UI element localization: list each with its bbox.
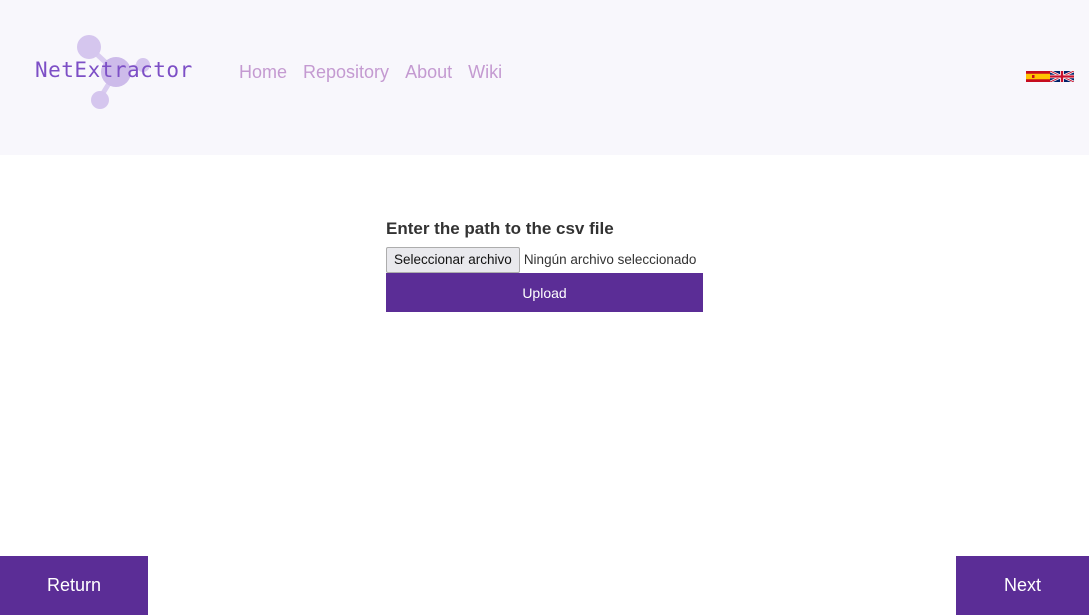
csv-path-label: Enter the path to the csv file — [386, 219, 614, 238]
language-switcher — [1026, 71, 1074, 82]
file-input: Seleccionar archivo Ningún archivo selec… — [386, 246, 703, 273]
uk-flag-icon[interactable] — [1050, 71, 1074, 82]
upload-button[interactable]: Upload — [386, 273, 703, 312]
nav-about[interactable]: About — [405, 62, 452, 83]
nav-repository[interactable]: Repository — [303, 62, 389, 83]
nav-wiki[interactable]: Wiki — [468, 62, 502, 83]
header: NetExtractor Home Repository About Wiki — [0, 0, 1089, 155]
return-button[interactable]: Return — [0, 556, 148, 615]
select-file-button[interactable]: Seleccionar archivo — [386, 246, 520, 273]
nav-home[interactable]: Home — [239, 62, 287, 83]
csv-upload-form: Enter the path to the csv file Seleccion… — [386, 218, 703, 312]
spain-flag-icon[interactable] — [1026, 71, 1050, 82]
main-nav: Home Repository About Wiki — [239, 62, 502, 83]
logo[interactable]: NetExtractor — [33, 34, 203, 112]
file-status-text: Ningún archivo seleccionado — [523, 252, 697, 267]
next-button[interactable]: Next — [956, 556, 1089, 615]
brand-name: NetExtractor — [35, 58, 193, 82]
